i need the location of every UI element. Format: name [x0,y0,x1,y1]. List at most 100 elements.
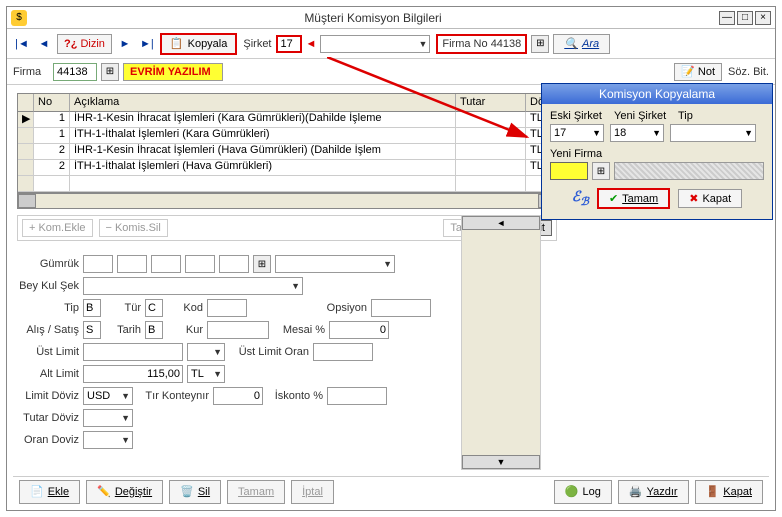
exit-icon: 🚪 [706,485,720,498]
alissatis-input[interactable] [83,321,101,339]
popup-tip-combo[interactable]: ▼ [670,124,756,142]
firma-row: Firma ⊞ EVRİM YAZILIM 📝Not Söz. Bit. [7,59,775,85]
iskonto-input[interactable] [327,387,387,405]
ara-button[interactable]: 🔍 Ara [553,34,610,54]
sil-button[interactable]: 🗑️Sil [169,480,221,504]
table-row[interactable]: 1İTH-1-İthalat İşlemleri (Kara Gümrükler… [18,128,556,144]
lookup-icon[interactable]: ⊞ [531,35,549,53]
gumruk-3[interactable] [151,255,181,273]
yeni-firma-input[interactable] [550,162,588,180]
tamam-button: Tamam [227,480,285,504]
ekle-button[interactable]: 📄Ekle [19,480,80,504]
table-row[interactable]: 2İTH-1-İthalat İşlemleri (Hava Gümrükler… [18,160,556,176]
tip-label: Tip [17,302,79,314]
sirket-label: Şirket [243,38,271,50]
tirkont-input[interactable] [213,387,263,405]
kod-input[interactable] [207,299,247,317]
ustlimit-dov[interactable]: ▼ [187,343,225,361]
firma-lookup-icon[interactable]: ⊞ [101,63,119,81]
detail-scroll[interactable]: ◄ ▼ [461,215,541,470]
tutardoviz-label: Tutar Döviz [17,412,79,424]
not-button[interactable]: 📝Not [674,63,722,81]
kur-label: Kur [167,324,203,336]
last-record-icon[interactable]: ►| [138,35,156,53]
search-icon: 🔍 [564,37,578,50]
yeni-firma-display [614,162,764,180]
window-title: Müşteri Komisyon Bilgileri [27,11,719,25]
yeni-sirket-label: Yeni Şirket [614,110,672,122]
popup-title: Komisyon Kopyalama [542,84,772,104]
yeni-firma-label: Yeni Firma [550,148,764,160]
gumruk-4[interactable] [185,255,215,273]
close-button[interactable]: × [755,11,771,25]
kopyalama-popup: Komisyon Kopyalama Eski Şirket Yeni Şirk… [541,83,773,220]
log-icon: 🟢 [565,485,579,498]
yeni-firma-lookup-icon[interactable]: ⊞ [592,162,610,180]
toolbar: |◄ ◄ ?¿Dizin ► ►| 📋 Kopyala Şirket ◄ ▼ F… [7,29,775,59]
firmano-label: Firma No 44138 [436,34,527,54]
degistir-button[interactable]: ✏️Değiştir [86,480,163,504]
tur-input[interactable] [145,299,163,317]
maximize-button[interactable]: □ [737,11,753,25]
kapat-button[interactable]: 🚪Kapat [695,480,763,504]
tip-input[interactable] [83,299,101,317]
gumruk-5[interactable] [219,255,249,273]
opsiyon-input[interactable] [371,299,431,317]
table-row[interactable]: 2İHR-1-Kesin İhracat İşlemleri (Hava Güm… [18,144,556,160]
gumruk-combo[interactable]: ▼ [275,255,395,273]
firma-name-display: EVRİM YAZILIM [123,63,223,81]
sirket-input[interactable] [276,35,302,53]
eski-sirket-label: Eski Şirket [550,110,608,122]
ustlimit-input[interactable] [83,343,183,361]
gumruk-2[interactable] [117,255,147,273]
next-record-icon[interactable]: ► [116,35,134,53]
first-record-icon[interactable]: |◄ [13,35,31,53]
alissatis-label: Alış / Satış [17,324,79,336]
col-aciklama[interactable]: Açıklama [70,94,456,112]
dizin-button[interactable]: ?¿Dizin [57,34,112,54]
eski-sirket-combo[interactable]: 17▼ [550,124,604,142]
firma-label: Firma [13,66,49,78]
grid-hscroll[interactable] [17,193,557,209]
minimize-button[interactable]: — [719,11,735,25]
yazdir-button[interactable]: 🖨️Yazdır [618,480,689,504]
opsiyon-label: Opsiyon [315,302,367,314]
commission-grid: No Açıklama Tutar Döviz ▶1İHR-1-Kesin İh… [17,93,557,193]
prev-sirket-icon[interactable]: ◄ [306,38,317,50]
col-no[interactable]: No [34,94,70,112]
orandoviz-combo[interactable]: ▼ [83,431,133,449]
popup-tip-label: Tip [678,110,693,122]
gumruk-lookup-icon[interactable]: ⊞ [253,255,271,273]
ustlimit-label: Üst Limit [17,346,79,358]
gumruk-1[interactable] [83,255,113,273]
col-tutar[interactable]: Tutar [456,94,526,112]
check-icon: ✔ [609,192,618,205]
yeni-sirket-combo[interactable]: 18▼ [610,124,664,142]
kod-label: Kod [167,302,203,314]
ustlimitoran-input[interactable] [313,343,373,361]
prev-record-icon[interactable]: ◄ [35,35,53,53]
limitdoviz-label: Limit Döviz [17,390,79,402]
popup-kapat-button[interactable]: ✖Kapat [678,189,742,208]
mesai-input[interactable] [329,321,389,339]
kom-ekle-button: +Kom.Ekle [22,219,93,237]
tarih-input[interactable] [145,321,163,339]
kur-input[interactable] [207,321,269,339]
tutardoviz-combo[interactable]: ▼ [83,409,133,427]
limitdoviz-combo[interactable]: USD▼ [83,387,133,405]
altlimit-input[interactable] [83,365,183,383]
tarih-label: Tarih [105,324,141,336]
altlimit-dov[interactable]: TL▼ [187,365,225,383]
beykul-combo[interactable]: ▼ [83,277,303,295]
tirkont-label: Tır Konteynır [137,390,209,402]
grid-header: No Açıklama Tutar Döviz [18,94,556,112]
log-button[interactable]: 🟢Log [554,480,612,504]
popup-tamam-button[interactable]: ✔Tamam [597,188,670,209]
copy-icon: 📋 [170,37,184,50]
sirket-combo[interactable]: ▼ [320,35,430,53]
kopyala-button[interactable]: 📋 Kopyala [160,33,237,55]
app-icon: $ [11,10,27,26]
firma-no-input[interactable] [53,63,97,81]
table-row[interactable]: ▶1İHR-1-Kesin İhracat İşlemleri (Kara Gü… [18,112,556,128]
iskonto-label: İskonto % [267,390,323,402]
